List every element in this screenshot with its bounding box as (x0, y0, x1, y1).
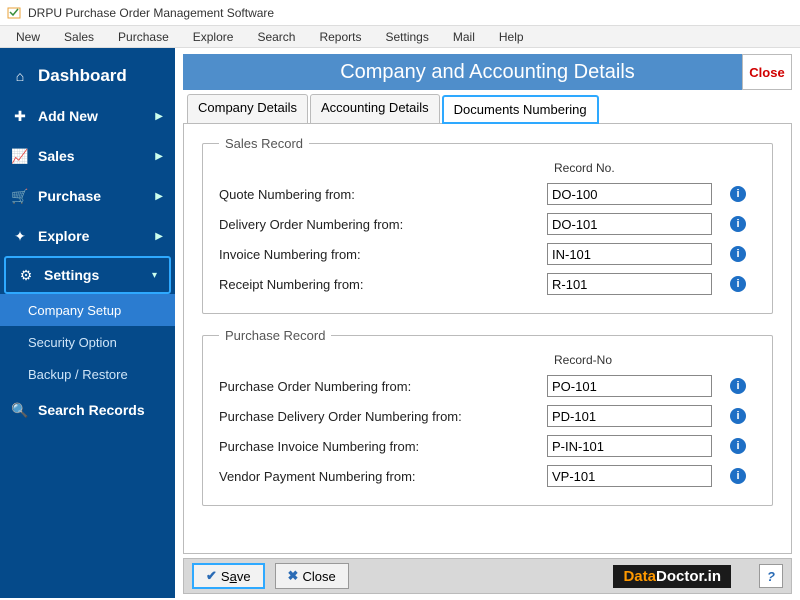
menu-settings[interactable]: Settings (376, 28, 439, 46)
compass-icon: ✦ (12, 228, 28, 244)
po-input[interactable] (547, 375, 712, 397)
info-icon[interactable]: i (730, 468, 746, 484)
info-icon[interactable]: i (730, 378, 746, 394)
page-title: Company and Accounting Details (340, 61, 635, 84)
receipt-input[interactable] (547, 273, 712, 295)
sidebar-sub-backup[interactable]: Backup / Restore (0, 358, 175, 390)
info-icon[interactable]: i (730, 246, 746, 262)
titlebar: DRPU Purchase Order Management Software (0, 0, 800, 26)
tabs: Company Details Accounting Details Docum… (183, 94, 792, 124)
sidebar-sub-security[interactable]: Security Option (0, 326, 175, 358)
window-title: DRPU Purchase Order Management Software (28, 6, 274, 20)
app-icon (6, 5, 22, 21)
chevron-right-icon: ▶ (155, 151, 163, 162)
pinv-label: Purchase Invoice Numbering from: (219, 439, 539, 454)
menu-reports[interactable]: Reports (309, 28, 371, 46)
tab-company-details[interactable]: Company Details (187, 94, 308, 123)
brand-badge: DataDoctor.in (613, 565, 731, 588)
sales-record-group: Sales Record Record No. Quote Numbering … (202, 136, 773, 314)
help-button[interactable]: ? (759, 564, 783, 588)
invoice-input[interactable] (547, 243, 712, 265)
pinv-input[interactable] (547, 435, 712, 457)
po-label: Purchase Order Numbering from: (219, 379, 539, 394)
menu-search[interactable]: Search (247, 28, 305, 46)
quote-label: Quote Numbering from: (219, 187, 539, 202)
sidebar-item-purchase[interactable]: 🛒 Purchase ▶ (0, 176, 175, 216)
x-icon: ✖ (288, 568, 299, 584)
main-area: Company and Accounting Details Close Com… (175, 48, 800, 598)
info-icon[interactable]: i (730, 186, 746, 202)
save-button[interactable]: ✔ Save (192, 563, 265, 589)
menu-help[interactable]: Help (489, 28, 534, 46)
vendor-input[interactable] (547, 465, 712, 487)
menu-sales[interactable]: Sales (54, 28, 104, 46)
menubar: New Sales Purchase Explore Search Report… (0, 26, 800, 48)
sales-record-legend: Sales Record (219, 136, 309, 151)
sidebar-item-settings[interactable]: ⚙ Settings ▾ (4, 256, 171, 294)
sidebar: ⌂ Dashboard ✚ Add New ▶ 📈 Sales ▶ 🛒 Purc… (0, 48, 175, 598)
receipt-label: Receipt Numbering from: (219, 277, 539, 292)
close-button-bottom[interactable]: ✖ Close (275, 563, 349, 589)
check-icon: ✔ (206, 568, 217, 584)
sidebar-item-search-records[interactable]: 🔍 Search Records (0, 390, 175, 430)
chart-icon: 📈 (12, 148, 28, 164)
button-bar: ✔ Save ✖ Close DataDoctor.in ? (183, 558, 792, 594)
info-icon[interactable]: i (730, 276, 746, 292)
chevron-right-icon: ▶ (155, 231, 163, 242)
tab-panel: Sales Record Record No. Quote Numbering … (183, 124, 792, 554)
delivery-input[interactable] (547, 213, 712, 235)
purchase-record-group: Purchase Record Record-No Purchase Order… (202, 328, 773, 506)
info-icon[interactable]: i (730, 438, 746, 454)
home-icon: ⌂ (12, 68, 28, 84)
menu-explore[interactable]: Explore (183, 28, 244, 46)
tab-accounting-details[interactable]: Accounting Details (310, 94, 440, 123)
page-header: Company and Accounting Details Close (183, 54, 792, 90)
vendor-label: Vendor Payment Numbering from: (219, 469, 539, 484)
chevron-right-icon: ▶ (155, 191, 163, 202)
sidebar-item-dashboard[interactable]: ⌂ Dashboard (0, 56, 175, 96)
cart-icon: 🛒 (12, 188, 28, 204)
menu-mail[interactable]: Mail (443, 28, 485, 46)
invoice-label: Invoice Numbering from: (219, 247, 539, 262)
purchase-record-legend: Purchase Record (219, 328, 331, 343)
menu-new[interactable]: New (6, 28, 50, 46)
quote-input[interactable] (547, 183, 712, 205)
add-icon: ✚ (12, 108, 28, 124)
sidebar-item-sales[interactable]: 📈 Sales ▶ (0, 136, 175, 176)
gear-icon: ⚙ (18, 267, 34, 283)
sidebar-item-add-new[interactable]: ✚ Add New ▶ (0, 96, 175, 136)
pdo-label: Purchase Delivery Order Numbering from: (219, 409, 539, 424)
menu-purchase[interactable]: Purchase (108, 28, 179, 46)
close-button[interactable]: Close (742, 54, 792, 90)
tab-documents-numbering[interactable]: Documents Numbering (442, 95, 599, 124)
delivery-label: Delivery Order Numbering from: (219, 217, 539, 232)
info-icon[interactable]: i (730, 216, 746, 232)
chevron-down-icon: ▾ (152, 270, 157, 281)
search-icon: 🔍 (12, 402, 28, 418)
sidebar-sub-company-setup[interactable]: Company Setup (0, 294, 175, 326)
sales-record-col-header: Record No. (554, 161, 756, 175)
chevron-right-icon: ▶ (155, 111, 163, 122)
pdo-input[interactable] (547, 405, 712, 427)
sidebar-item-explore[interactable]: ✦ Explore ▶ (0, 216, 175, 256)
purchase-record-col-header: Record-No (554, 353, 756, 367)
info-icon[interactable]: i (730, 408, 746, 424)
